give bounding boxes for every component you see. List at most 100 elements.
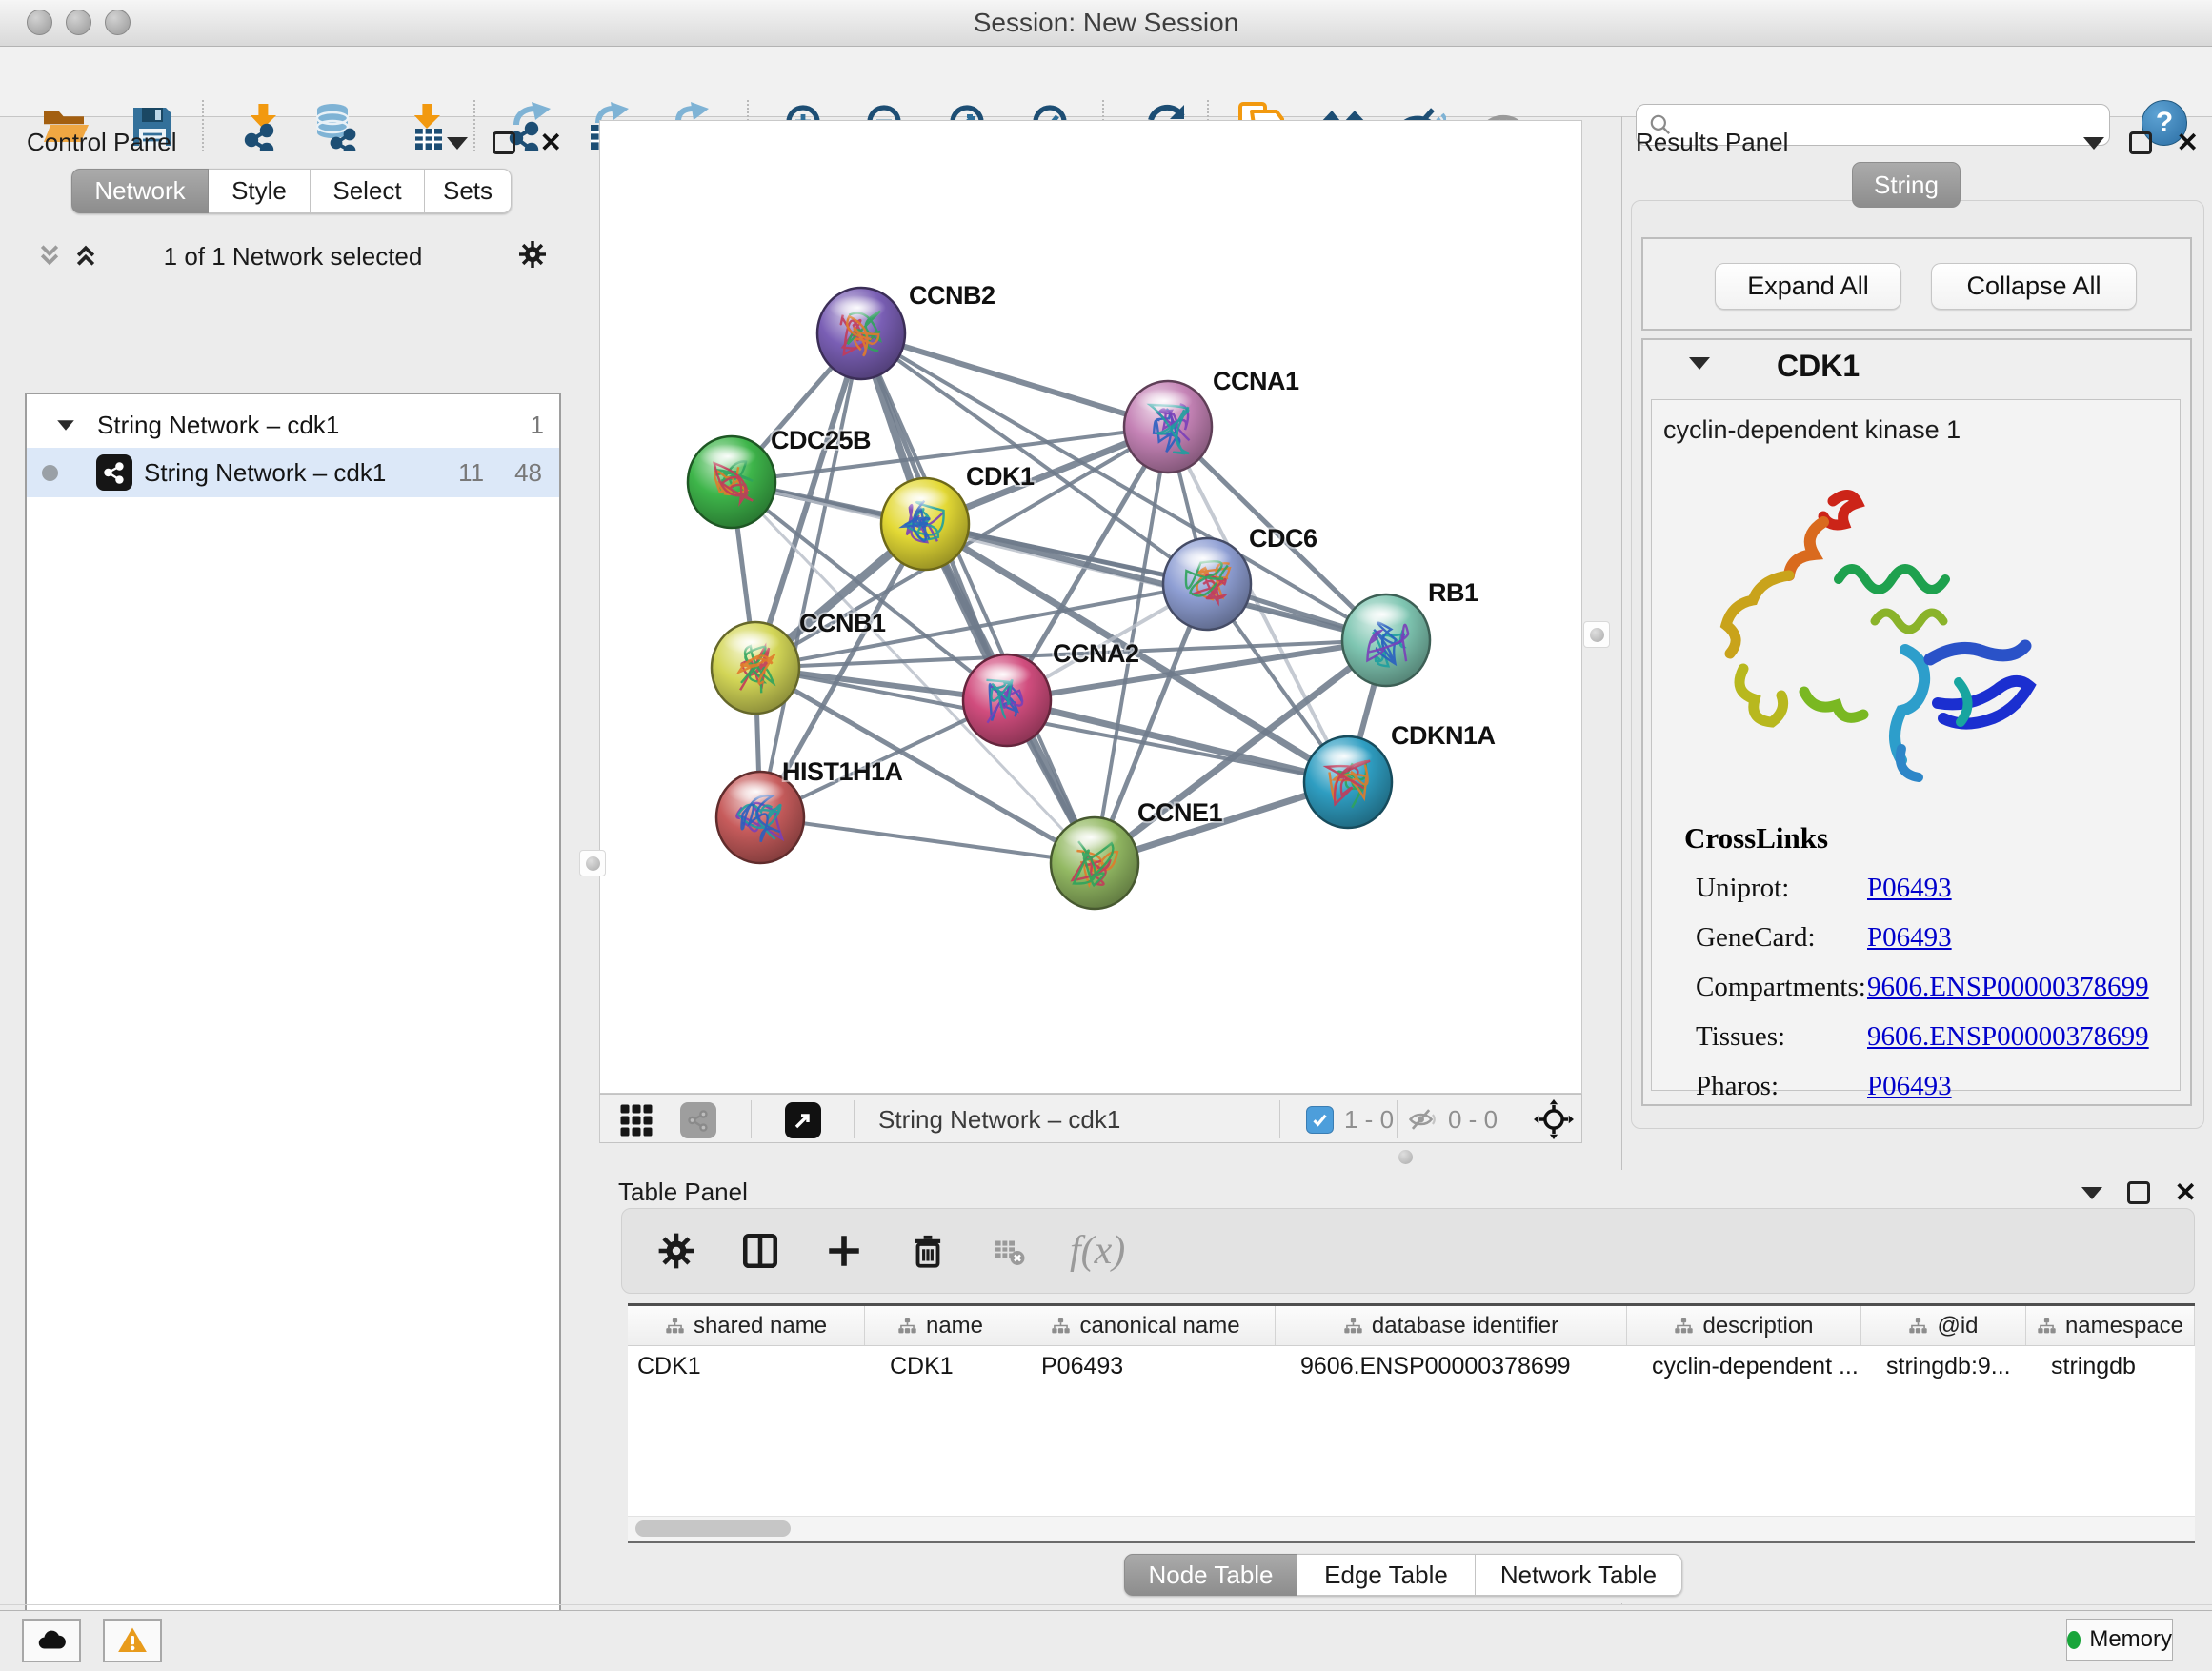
table-row[interactable]: CDK1CDK1P064939606.ENSP00000378699cyclin… bbox=[628, 1346, 2195, 1387]
toolbar-separator bbox=[1397, 1100, 1398, 1138]
table-cell[interactable]: stringdb bbox=[2026, 1346, 2195, 1387]
crosshair-icon[interactable] bbox=[1534, 1099, 1574, 1139]
table-cell[interactable]: CDK1 bbox=[628, 1346, 865, 1387]
cloud-button[interactable] bbox=[22, 1619, 81, 1662]
network-node-cdc25b[interactable] bbox=[688, 436, 775, 528]
column-header-canonical-name[interactable]: canonical name bbox=[1016, 1306, 1276, 1345]
grid-icon[interactable] bbox=[619, 1103, 654, 1137]
node-label-cdc6: CDC6 bbox=[1249, 524, 1317, 553]
tab-node-table[interactable]: Node Table bbox=[1124, 1554, 1297, 1596]
close-panel-icon[interactable]: ✕ bbox=[2177, 130, 2199, 156]
float-panel-icon[interactable] bbox=[2129, 131, 2152, 154]
column-header-description[interactable]: description bbox=[1627, 1306, 1861, 1345]
node-table: shared namenamecanonical namedatabase id… bbox=[628, 1303, 2195, 1543]
network-canvas[interactable]: CCNB2CCNA1CDC25BCDK1CDC6RB1CCNB1CCNA2CDK… bbox=[599, 120, 1582, 1094]
crosslink-uniprot[interactable]: P06493 bbox=[1867, 873, 1952, 903]
add-icon[interactable] bbox=[824, 1231, 864, 1271]
table-cell[interactable]: P06493 bbox=[1016, 1346, 1276, 1387]
float-panel-icon[interactable] bbox=[2127, 1181, 2150, 1204]
toolbar-separator bbox=[751, 1100, 752, 1138]
column-header-name[interactable]: name bbox=[865, 1306, 1016, 1345]
horizontal-scrollbar[interactable] bbox=[628, 1516, 2195, 1541]
network-collection-count: 1 bbox=[531, 411, 544, 440]
collapse-all-button[interactable]: Collapse All bbox=[1931, 263, 2137, 310]
crosslink-tissues[interactable]: 9606.ENSP00000378699 bbox=[1867, 1021, 2149, 1052]
table-cell[interactable]: stringdb:9... bbox=[1861, 1346, 2026, 1387]
left-splitter-handle[interactable] bbox=[579, 850, 606, 876]
network-node-cdkn1a[interactable] bbox=[1304, 736, 1392, 828]
network-node-cdc6[interactable] bbox=[1163, 538, 1251, 630]
crosslink-pharos[interactable]: P06493 bbox=[1867, 1071, 1952, 1101]
network-node-ccna2[interactable] bbox=[963, 654, 1051, 746]
crosslink-genecard[interactable]: P06493 bbox=[1867, 922, 1952, 953]
table-cell[interactable]: cyclin-dependent ... bbox=[1627, 1346, 1861, 1387]
hidden-eye-icon[interactable] bbox=[1408, 1106, 1438, 1133]
columns-icon[interactable] bbox=[740, 1231, 780, 1271]
share-icon[interactable] bbox=[680, 1102, 716, 1138]
network-collection-row[interactable]: String Network – cdk1 1 bbox=[27, 394, 559, 448]
scrollbar-thumb[interactable] bbox=[635, 1520, 791, 1537]
string-network-icon bbox=[96, 454, 132, 491]
network-row-selected[interactable]: String Network – cdk1 11 48 bbox=[27, 448, 559, 497]
warning-button[interactable] bbox=[103, 1619, 162, 1662]
close-panel-icon[interactable]: ✕ bbox=[2175, 1179, 2197, 1206]
network-status-dot bbox=[42, 465, 58, 481]
control-panel: Control Panel ✕ Network Style Select Set… bbox=[0, 116, 598, 1605]
network-node-ccnb1[interactable] bbox=[712, 622, 799, 714]
float-panel-icon[interactable] bbox=[493, 131, 515, 154]
column-header-namespace[interactable]: namespace bbox=[2026, 1306, 2195, 1345]
hidden-counts: 0 - 0 bbox=[1448, 1105, 1498, 1135]
column-header-database-identifier[interactable]: database identifier bbox=[1276, 1306, 1627, 1345]
close-panel-icon[interactable]: ✕ bbox=[540, 130, 562, 156]
trash-icon[interactable] bbox=[908, 1231, 948, 1271]
panel-menu-icon[interactable] bbox=[447, 137, 468, 150]
node-label-ccnb2: CCNB2 bbox=[909, 281, 995, 310]
selected-checkbox[interactable] bbox=[1306, 1106, 1334, 1134]
tab-string[interactable]: String bbox=[1852, 162, 1961, 208]
table-cell[interactable]: 9606.ENSP00000378699 bbox=[1276, 1346, 1627, 1387]
panel-menu-icon[interactable] bbox=[2083, 137, 2104, 150]
open-in-window-icon[interactable] bbox=[785, 1102, 821, 1138]
tab-style[interactable]: Style bbox=[209, 169, 311, 213]
node-label-rb1: RB1 bbox=[1428, 578, 1478, 607]
node-label-cdkn1a: CDKN1A bbox=[1391, 721, 1496, 750]
gene-details: cyclin-dependent kinase 1 bbox=[1651, 399, 2181, 1091]
tab-network-table[interactable]: Network Table bbox=[1476, 1554, 1682, 1596]
tree-expander-icon[interactable] bbox=[57, 420, 74, 430]
crosslink-label: Pharos: bbox=[1696, 1071, 1779, 1101]
column-header-shared-name[interactable]: shared name bbox=[628, 1306, 865, 1345]
network-list: String Network – cdk1 1 String Network –… bbox=[25, 393, 561, 1671]
right-splitter-handle[interactable] bbox=[1583, 621, 1610, 648]
delete-table-icon bbox=[992, 1234, 1026, 1268]
gear-icon[interactable] bbox=[517, 239, 548, 270]
tab-network[interactable]: Network bbox=[71, 169, 209, 213]
tab-select[interactable]: Select bbox=[311, 169, 425, 213]
warning-icon bbox=[116, 1624, 149, 1657]
tab-sets[interactable]: Sets bbox=[425, 169, 512, 213]
crosslink-label: Tissues: bbox=[1696, 1021, 1785, 1052]
network-view-toolbar: String Network – cdk1 1 - 0 0 - 0 bbox=[599, 1094, 1582, 1143]
network-node-count: 11 bbox=[458, 458, 484, 488]
results-panel-title: Results Panel bbox=[1636, 128, 1788, 157]
gear-icon[interactable] bbox=[656, 1231, 696, 1271]
crosslink-compartments[interactable]: 9606.ENSP00000378699 bbox=[1867, 972, 2149, 1002]
crosslink-label: GeneCard: bbox=[1696, 922, 1816, 953]
table-cell[interactable]: CDK1 bbox=[865, 1346, 1016, 1387]
gene-name: CDK1 bbox=[1777, 349, 1860, 384]
column-header--id[interactable]: @id bbox=[1861, 1306, 2026, 1345]
memory-button[interactable]: Memory bbox=[2066, 1619, 2173, 1661]
collapse-section-icon[interactable] bbox=[1689, 357, 1710, 370]
bottom-splitter-handle[interactable] bbox=[1393, 1144, 1418, 1169]
node-label-hist1h1a: HIST1H1A bbox=[782, 757, 903, 786]
gene-section: CDK1 cyclin-dependent kinase 1 bbox=[1641, 338, 2192, 1106]
network-node-cdk1[interactable] bbox=[881, 478, 969, 570]
network-node-ccnb2[interactable] bbox=[817, 288, 905, 379]
network-node-ccne1[interactable] bbox=[1051, 817, 1138, 909]
expand-all-button[interactable]: Expand All bbox=[1715, 263, 1901, 310]
network-node-rb1[interactable] bbox=[1342, 594, 1430, 686]
tab-edge-table[interactable]: Edge Table bbox=[1297, 1554, 1476, 1596]
network-edge-count: 48 bbox=[514, 458, 542, 488]
window-titlebar: Session: New Session bbox=[0, 0, 2212, 47]
panel-menu-icon[interactable] bbox=[2081, 1187, 2102, 1199]
network-node-ccna1[interactable] bbox=[1124, 381, 1212, 473]
